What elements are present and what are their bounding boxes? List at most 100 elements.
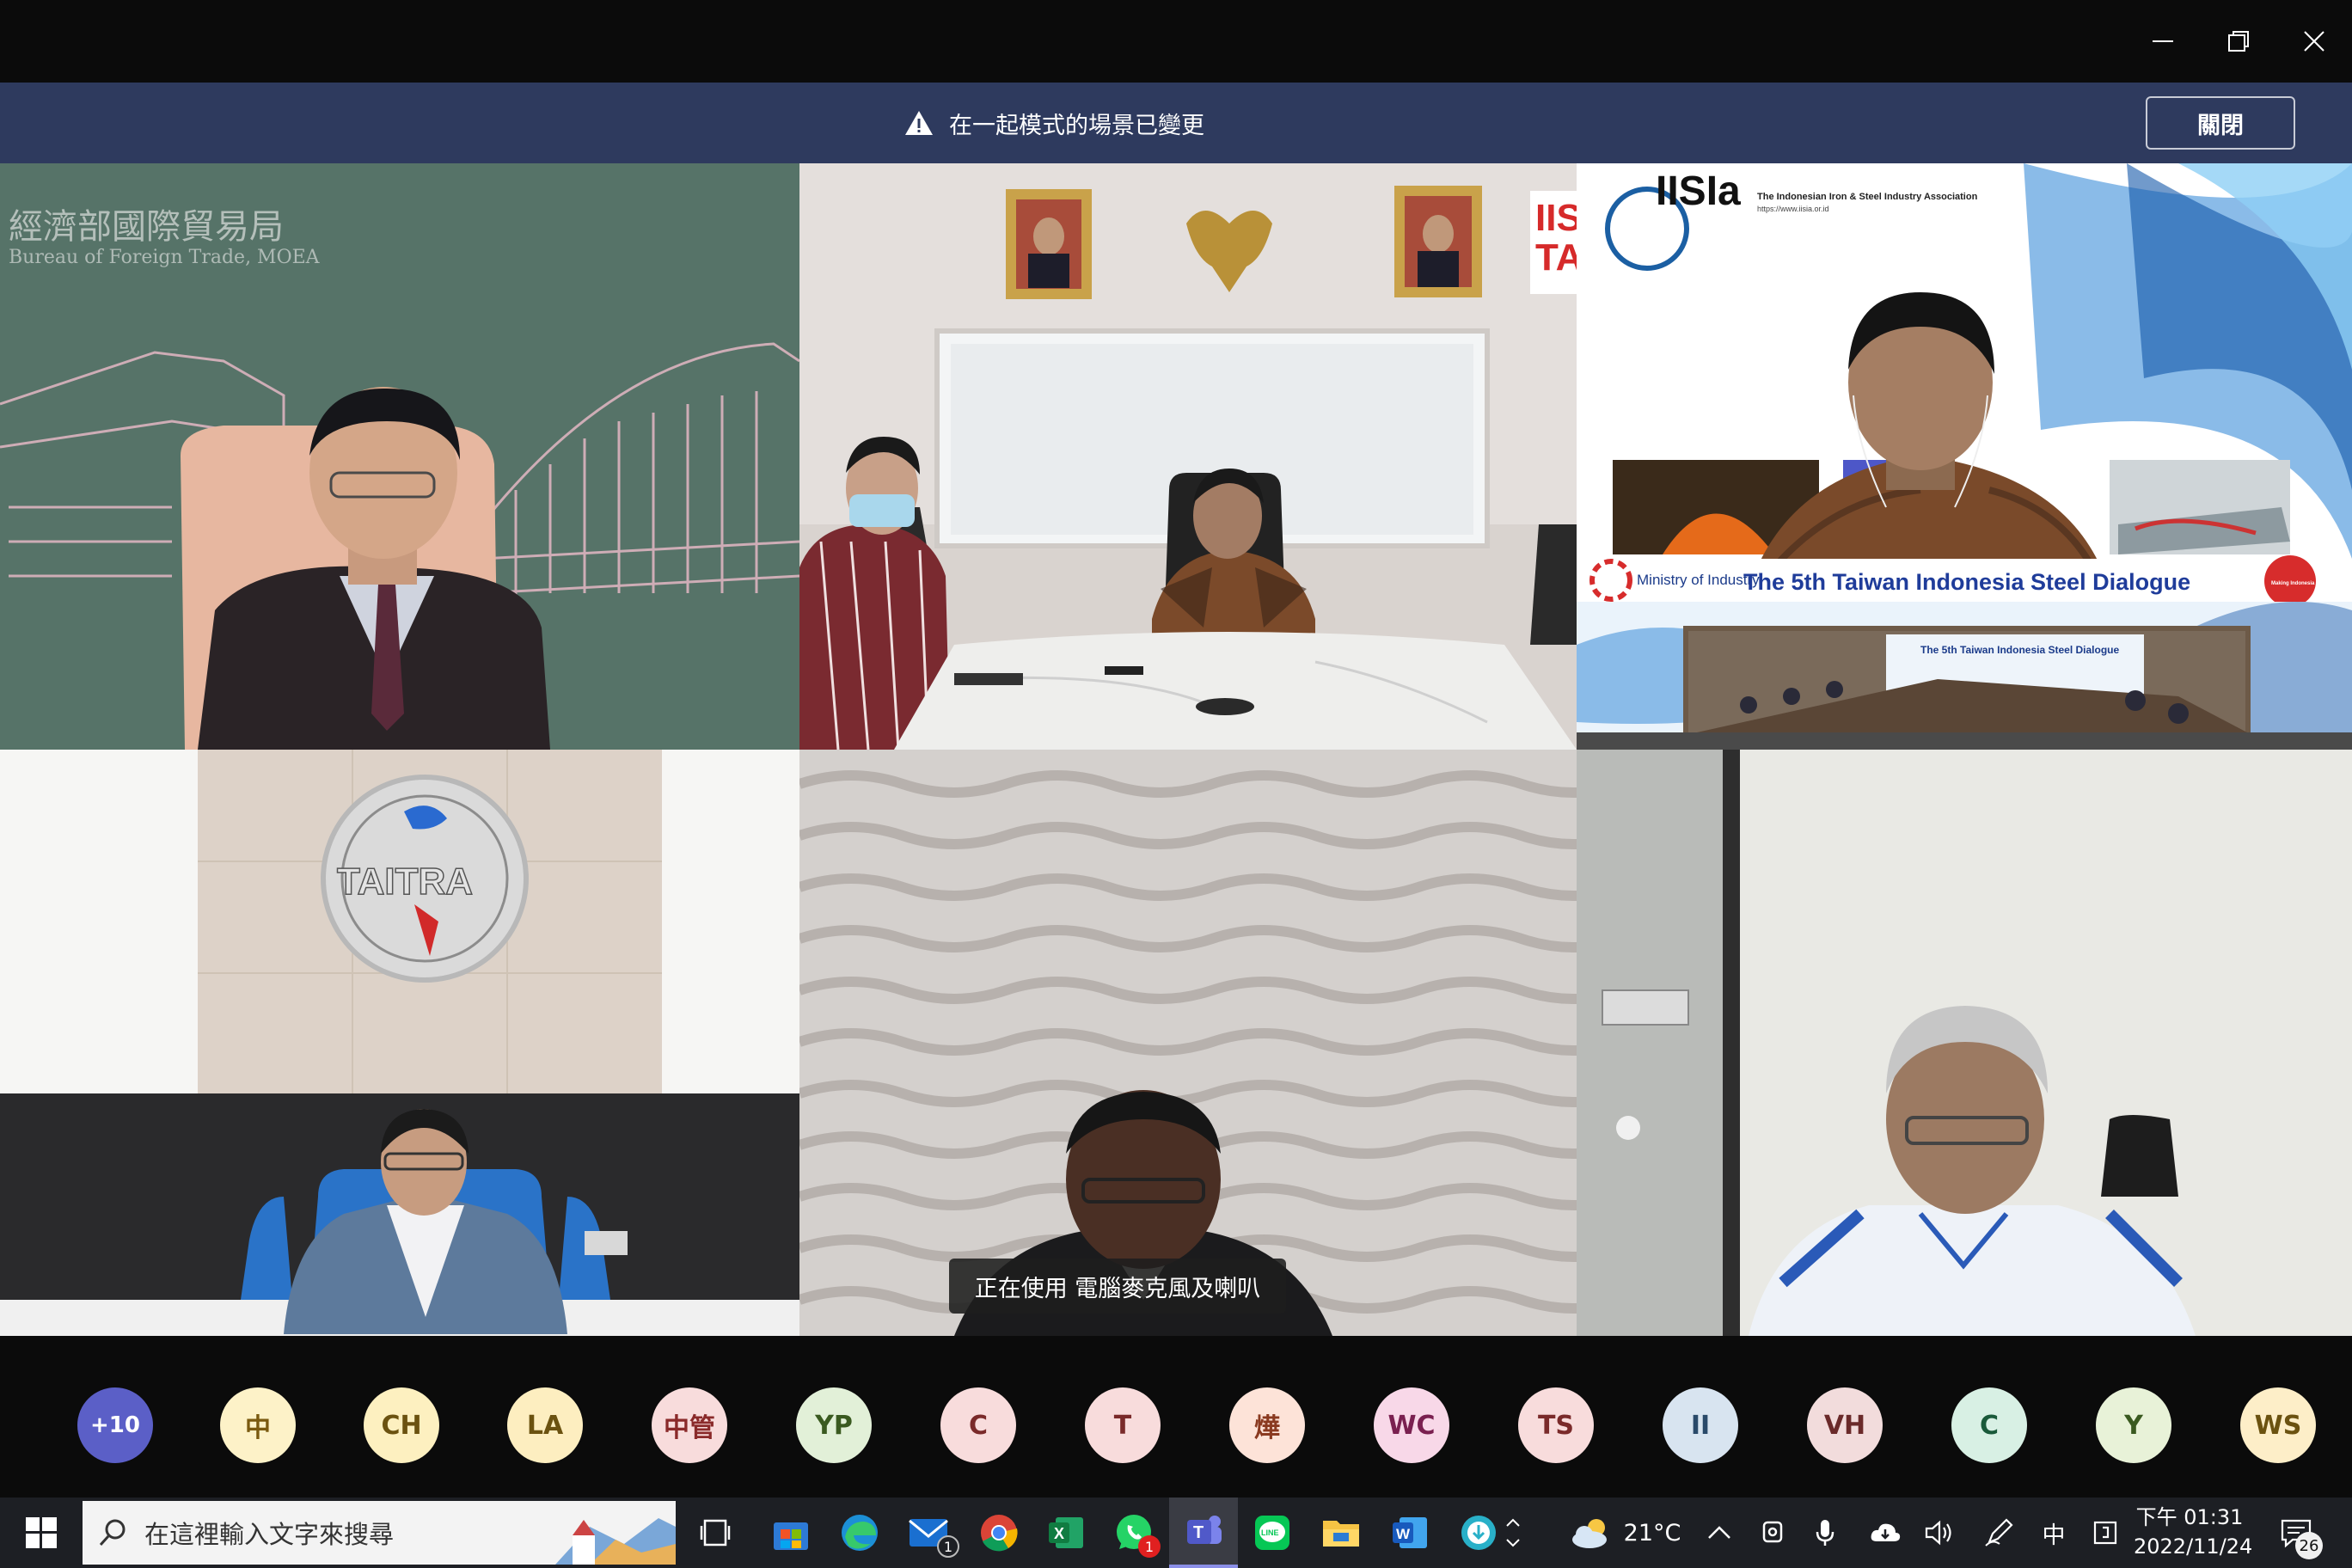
task-view-button[interactable]	[688, 1498, 743, 1568]
participant-avatar[interactable]: 中	[220, 1387, 296, 1463]
iisia-logo-text: IISIa	[1656, 168, 1741, 214]
avatar-initials: 中管	[664, 1413, 715, 1443]
banner-close-button[interactable]: 關閉	[2146, 96, 2295, 150]
video-grid: 經濟部國際貿易局 Bureau of Foreign Trade, MOEA I…	[0, 163, 2352, 1336]
avatar-initials: VH	[1823, 1410, 1866, 1441]
excel-app[interactable]: X	[1033, 1498, 1099, 1568]
avatar-initials: 燁	[1254, 1413, 1280, 1443]
ime-mode-icon	[2093, 1521, 2117, 1545]
participant-avatar[interactable]: C	[940, 1387, 1016, 1463]
store-icon	[774, 1522, 808, 1550]
notification-center-button[interactable]: 26	[2266, 1498, 2326, 1568]
windows-taskbar: 在這裡輸入文字來搜尋 1 X 1 T LINE W 21°C 中 下午 01:3…	[0, 1498, 2352, 1568]
participant-avatar[interactable]: CH	[364, 1387, 439, 1463]
mail-app[interactable]: 1	[894, 1498, 965, 1568]
word-icon: W	[1393, 1517, 1427, 1548]
word-icon-letter: W	[1396, 1526, 1411, 1542]
video-tile-bureau[interactable]: 經濟部國際貿易局 Bureau of Foreign Trade, MOEA	[0, 163, 799, 750]
taitra-logo-text: TAITRA	[337, 861, 473, 903]
participant-avatar[interactable]: 中管	[652, 1387, 727, 1463]
tray-ime-mode[interactable]	[2084, 1498, 2127, 1568]
minimize-icon	[2153, 40, 2173, 42]
teams-app[interactable]: T	[1169, 1498, 1238, 1568]
line-icon: LINE	[1255, 1516, 1289, 1550]
teams-icon-letter: T	[1193, 1523, 1204, 1542]
cloud-sync-icon	[1871, 1523, 1901, 1541]
avatar-initials: C	[968, 1410, 989, 1441]
bureau-chinese-name: 經濟部國際貿易局	[9, 207, 284, 247]
participant-avatar[interactable]: II	[1663, 1387, 1738, 1463]
camera-icon	[1762, 1521, 1783, 1543]
participant-avatar[interactable]: VH	[1807, 1387, 1883, 1463]
video-tile-conference-room[interactable]: IIS TA	[799, 163, 1577, 750]
minimize-button[interactable]	[2125, 12, 2201, 70]
update-icon	[1461, 1516, 1496, 1550]
tray-onedrive[interactable]	[1864, 1498, 1907, 1568]
chrome-browser-app[interactable]	[965, 1498, 1033, 1568]
task-view-icon	[700, 1519, 731, 1547]
dialogue-title: The 5th Taiwan Indonesia Steel Dialogue	[1743, 569, 2190, 595]
video-tile-taitra[interactable]: TAITRA	[0, 750, 799, 1336]
participant-avatar[interactable]: LA	[507, 1387, 583, 1463]
edge-browser-app[interactable]	[825, 1498, 894, 1568]
teams-icon: T	[1187, 1516, 1222, 1544]
ministry-label: Ministry of Industry	[1637, 572, 1760, 588]
tray-show-hidden-button[interactable]	[1702, 1498, 1736, 1568]
participant-avatar[interactable]: YP	[796, 1387, 872, 1463]
taskbar-clock[interactable]: 下午 01:31 2022/11/24	[2134, 1503, 2253, 1561]
line-app[interactable]: LINE	[1238, 1498, 1307, 1568]
window-title-bar	[0, 0, 2352, 83]
chevron-up-icon	[1506, 1518, 1520, 1527]
weather-widget[interactable]: 21°C	[1544, 1498, 1707, 1568]
excel-icon: X	[1049, 1517, 1083, 1548]
avatar-initials: WC	[1387, 1410, 1436, 1441]
tray-microphone[interactable]	[1805, 1498, 1845, 1568]
warning-icon	[905, 111, 933, 135]
video-tile-wave-wall[interactable]	[799, 750, 1577, 1336]
mail-badge: 1	[937, 1535, 959, 1558]
clock-date: 2022/11/24	[2134, 1534, 2253, 1559]
participant-avatar[interactable]: WC	[1374, 1387, 1449, 1463]
banner-message-group: 在一起模式的場景已變更	[904, 83, 1204, 163]
avatar-initials: Y	[2124, 1410, 2143, 1441]
video-tile-iisia[interactable]: IISIa The Indonesian Iron & Steel Indust…	[1577, 163, 2352, 732]
iisia-assoc-url: https://www.iisia.or.id	[1757, 205, 1829, 213]
word-app[interactable]: W	[1375, 1498, 1444, 1568]
store-app[interactable]	[756, 1498, 825, 1568]
participant-avatar[interactable]: WS	[2240, 1387, 2316, 1463]
participant-avatar[interactable]: 燁	[1229, 1387, 1305, 1463]
close-icon	[2304, 31, 2324, 52]
file-explorer-app[interactable]	[1307, 1498, 1375, 1568]
search-icon	[99, 1519, 126, 1547]
chrome-icon	[981, 1515, 1018, 1552]
volume-icon	[1925, 1520, 1951, 1546]
notification-count-badge: 26	[2295, 1532, 2323, 1559]
avatar-initials: WS	[2254, 1410, 2302, 1441]
taskbar-overflow-scroller[interactable]	[1499, 1498, 1527, 1568]
participant-avatar[interactable]: Y	[2096, 1387, 2171, 1463]
tray-meet-now[interactable]	[1754, 1498, 1793, 1568]
avatar-initials: T	[1113, 1410, 1132, 1441]
close-window-button[interactable]	[2276, 12, 2352, 70]
folder-icon	[1323, 1521, 1359, 1547]
banner-message: 在一起模式的場景已變更	[949, 112, 1204, 139]
participant-avatar[interactable]: T	[1085, 1387, 1161, 1463]
avatar-initials: II	[1690, 1410, 1711, 1441]
taskbar-search-box[interactable]: 在這裡輸入文字來搜尋	[83, 1501, 676, 1565]
avatar-initials: C	[1979, 1410, 2000, 1441]
tray-pen[interactable]	[1977, 1498, 2020, 1568]
start-button[interactable]	[0, 1498, 83, 1568]
tray-volume[interactable]	[1919, 1498, 1962, 1568]
video-tile-office[interactable]	[1577, 732, 2352, 1336]
whatsapp-badge: 1	[1138, 1535, 1161, 1558]
search-placeholder: 在這裡輸入文字來搜尋	[144, 1520, 395, 1549]
participant-avatar[interactable]: C	[1951, 1387, 2027, 1463]
restore-button[interactable]	[2201, 12, 2276, 70]
more-participants-button[interactable]: +10	[77, 1387, 153, 1463]
participant-avatar[interactable]: TS	[1518, 1387, 1594, 1463]
excel-icon-letter: X	[1054, 1525, 1064, 1542]
whatsapp-app[interactable]: 1	[1099, 1498, 1169, 1568]
avatar-initials: 中	[245, 1413, 271, 1443]
tray-ime-indicator[interactable]: 中	[2032, 1498, 2075, 1568]
line-icon-text: LINE	[1261, 1528, 1279, 1537]
